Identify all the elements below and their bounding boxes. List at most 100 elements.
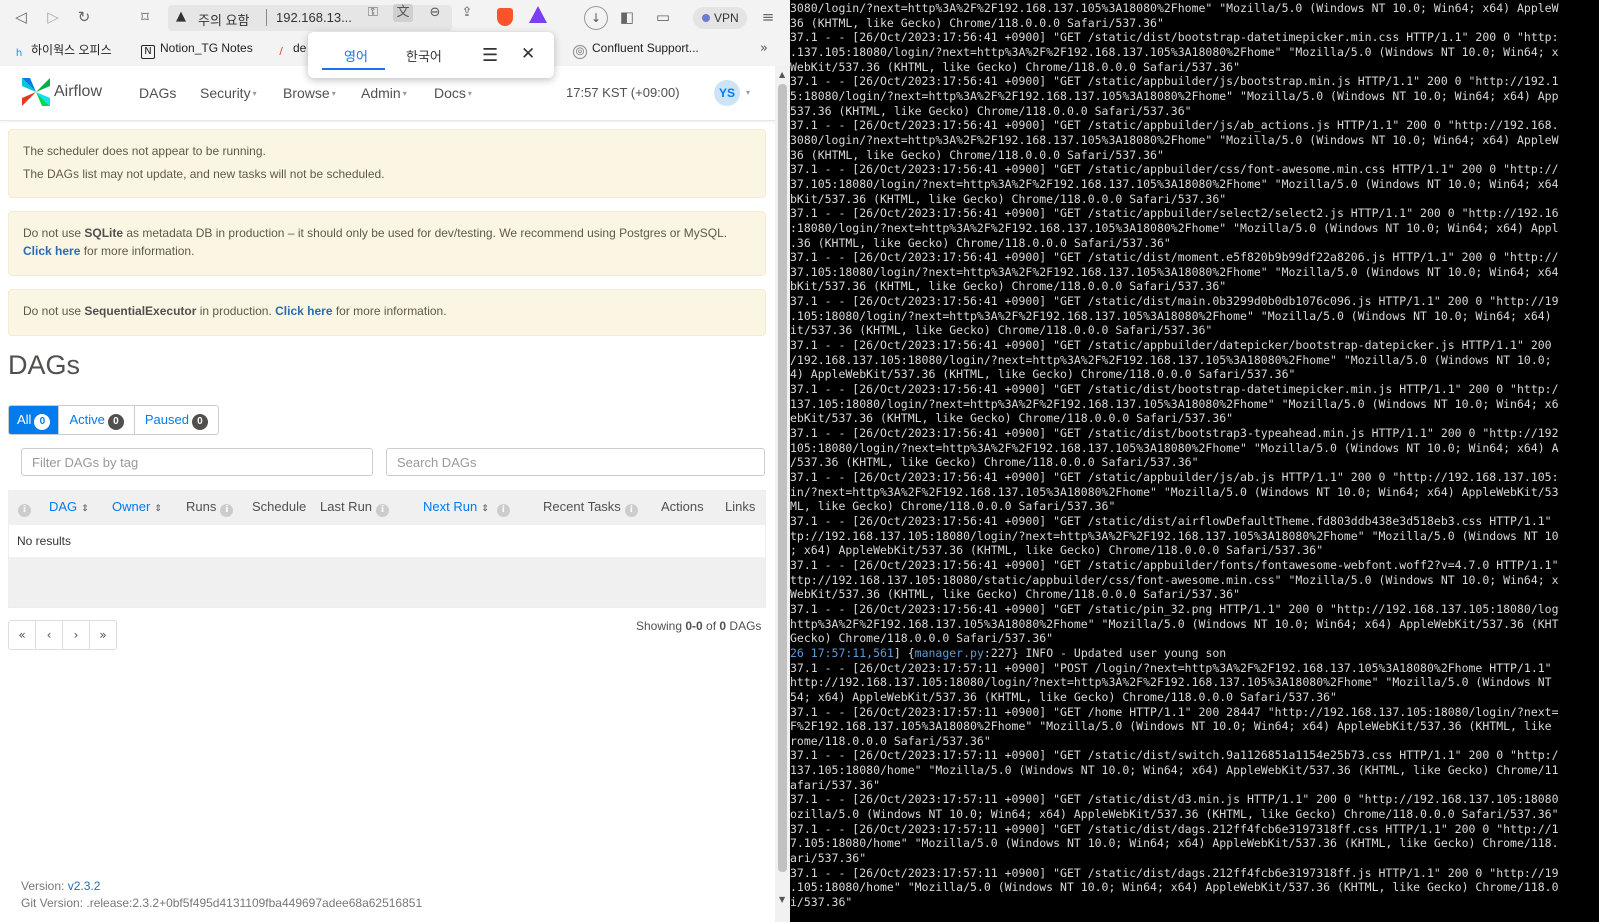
version-label: Version: [21, 879, 68, 893]
column-last-run: Last Run i [320, 499, 390, 517]
terminal-line: 37.1 - - [26/Oct/2023:17:56:41 +0900] "G… [790, 426, 1559, 441]
user-avatar[interactable]: YS [714, 80, 740, 106]
search-input[interactable]: Search DAGs [386, 448, 765, 476]
caret-down-icon: ▾ [331, 89, 336, 98]
info-icon[interactable]: i [376, 504, 390, 517]
nav-security[interactable]: Security ▾ [200, 85, 257, 101]
sort-icon[interactable]: ⇕ [481, 504, 489, 514]
column-owner[interactable]: Owner ⇕ [112, 499, 162, 514]
airflow-logo-icon[interactable] [20, 76, 52, 108]
security-warning-text: 주의 요함 [198, 13, 250, 28]
pagination: « ‹ › » [8, 620, 117, 650]
terminal-line: 37.1 - - [26/Oct/2023:17:56:41 +0900] "G… [790, 74, 1559, 89]
page-title: DAGs [8, 350, 81, 380]
bookmark-item[interactable]: / de [274, 41, 306, 59]
translate-icon[interactable]: 文 [393, 4, 413, 22]
nav-browse[interactable]: Browse ▾ [283, 85, 336, 101]
tab-label: Active [69, 412, 105, 427]
alert-text: The scheduler does not appear to be runn… [23, 144, 266, 158]
zoom-icon[interactable]: ⊖ [425, 4, 445, 22]
terminal-line: 37.1 - - [26/Oct/2023:17:56:41 +0900] "G… [790, 206, 1559, 221]
alert-text: Click here for more information. [23, 244, 194, 258]
tag-filter-input[interactable]: Filter DAGs by tag [21, 448, 373, 476]
caret-down-icon[interactable]: ▾ [746, 88, 750, 97]
prev-page-button[interactable]: ‹ [36, 621, 63, 649]
brave-shields-icon[interactable] [497, 8, 513, 26]
terminal-line: http%3A%2F%2F192.168.137.105%3A18080%2Fh… [790, 616, 1559, 631]
click-here-link[interactable]: Click here [275, 304, 332, 318]
translate-tab-english[interactable]: 영어 [344, 46, 368, 65]
alert-text-part: for more information. [332, 304, 447, 318]
url-text[interactable]: 192.168.13... [276, 10, 352, 25]
info-icon[interactable]: i [624, 504, 638, 517]
scrollbar-thumb[interactable] [778, 84, 787, 872]
close-icon[interactable]: ✕ [521, 44, 535, 64]
download-icon[interactable]: ↓ [584, 6, 608, 30]
click-here-link[interactable]: Click here [23, 244, 80, 258]
warning-icon: ▲ [176, 9, 186, 24]
tab-all[interactable]: All 0 [9, 406, 60, 434]
translate-options-icon[interactable]: ☰ [482, 45, 498, 66]
reload-icon[interactable]: ↻ [73, 6, 95, 28]
browser-window: ◁ ▷ ↻ ⌑ ▲ 주의 요함 192.168.13... ⚿ 文 ⊖ ⇪ ↓ … [0, 0, 790, 922]
next-page-button[interactable]: › [63, 621, 90, 649]
last-page-button[interactable]: » [90, 621, 116, 649]
menu-icon[interactable]: ≡ [757, 6, 779, 28]
terminal-line: 37.1 - - [26/Oct/2023:17:57:11 +0900] "G… [790, 865, 1559, 880]
nav-admin[interactable]: Admin ▾ [361, 85, 407, 101]
first-page-button[interactable]: « [9, 621, 36, 649]
terminal-line: 105:18080/login/?next=http%3A%2F%2F192.1… [790, 440, 1559, 455]
back-icon[interactable]: ◁ [10, 6, 32, 28]
vpn-button[interactable]: VPN [693, 7, 747, 29]
count-text: DAGs [726, 619, 762, 633]
share-icon[interactable]: ⇪ [457, 4, 477, 22]
table-footer [9, 557, 765, 607]
tab-active[interactable]: Active 0 [59, 406, 135, 434]
info-icon[interactable]: i [496, 504, 510, 517]
alert-text-part: Do not use [23, 304, 85, 318]
column-next-run[interactable]: Next Run ⇕ i [423, 499, 510, 517]
info-icon[interactable]: i [18, 504, 31, 517]
terminal-line: 537.36 (KHTML, like Gecko) Chrome/118.0.… [790, 103, 1192, 118]
key-icon[interactable]: ⚿ [363, 4, 383, 22]
search-placeholder: Search DAGs [397, 455, 477, 470]
terminal-line: ; x64) AppleWebKit/537.36 (KHTML, like G… [790, 543, 1324, 558]
bookmark-item[interactable]: N Notion_TG Notes [141, 41, 253, 59]
translate-tab-korean[interactable]: 한국어 [406, 46, 442, 65]
terminal-line: 37.1 - - [26/Oct/2023:17:56:41 +0900] "G… [790, 382, 1559, 397]
column-info[interactable]: i [18, 499, 31, 517]
page-scrollbar[interactable]: ▲ ▼ [775, 66, 790, 922]
bookmark-icon[interactable]: ⌑ [134, 6, 156, 28]
terminal-line: Gecko) Chrome/118.0.0.0 Safari/537.36" [790, 631, 1054, 646]
sort-icon[interactable]: ⇕ [81, 504, 89, 514]
terminal-line: http://192.168.137.105:18080/login/?next… [790, 675, 1552, 690]
terminal-line: 137.105:18080/home" "Mozilla/5.0 (Window… [790, 763, 1559, 778]
wallet-icon[interactable]: ▭ [652, 6, 674, 28]
info-icon[interactable]: i [220, 504, 234, 517]
terminal-window[interactable]: 3080/login/?next=http%3A%2F%2F192.168.13… [790, 0, 1599, 922]
terminal-line: it/537.36 (KHTML, like Gecko) Chrome/118… [790, 323, 1213, 338]
column-label: DAG [49, 499, 78, 514]
sort-icon[interactable]: ⇕ [154, 504, 162, 514]
scroll-up-icon[interactable]: ▲ [779, 70, 785, 79]
version-link[interactable]: v2.3.2 [68, 879, 101, 893]
more-bookmarks-icon[interactable]: » [760, 41, 768, 56]
column-label: Runs [186, 499, 217, 514]
alert-text: The DAGs list may not update, and new ta… [23, 167, 385, 181]
terminal-line: 37.1 - - [26/Oct/2023:17:56:41 +0900] "G… [790, 118, 1559, 133]
forward-icon[interactable]: ▷ [42, 6, 64, 28]
tab-paused[interactable]: Paused 0 [135, 406, 218, 434]
nav-label: DAGs [139, 85, 177, 101]
brave-rewards-icon[interactable] [529, 6, 547, 23]
bookmark-item[interactable]: h 하이웍스 오피스 [12, 41, 112, 61]
sidebar-icon[interactable]: ◧ [616, 6, 638, 28]
scroll-down-icon[interactable]: ▼ [779, 895, 785, 904]
nav-docs[interactable]: Docs ▾ [434, 85, 472, 101]
timezone-clock[interactable]: 17:57 KST (+09:00) [566, 85, 680, 100]
no-results-text: No results [17, 534, 72, 548]
brand-name[interactable]: Airflow [54, 83, 102, 101]
count-badge: 0 [34, 414, 51, 430]
nav-dags[interactable]: DAGs [139, 85, 176, 101]
bookmark-item[interactable]: ◎ Confluent Support... [573, 41, 699, 59]
column-dag[interactable]: DAG ⇕ [49, 499, 89, 514]
